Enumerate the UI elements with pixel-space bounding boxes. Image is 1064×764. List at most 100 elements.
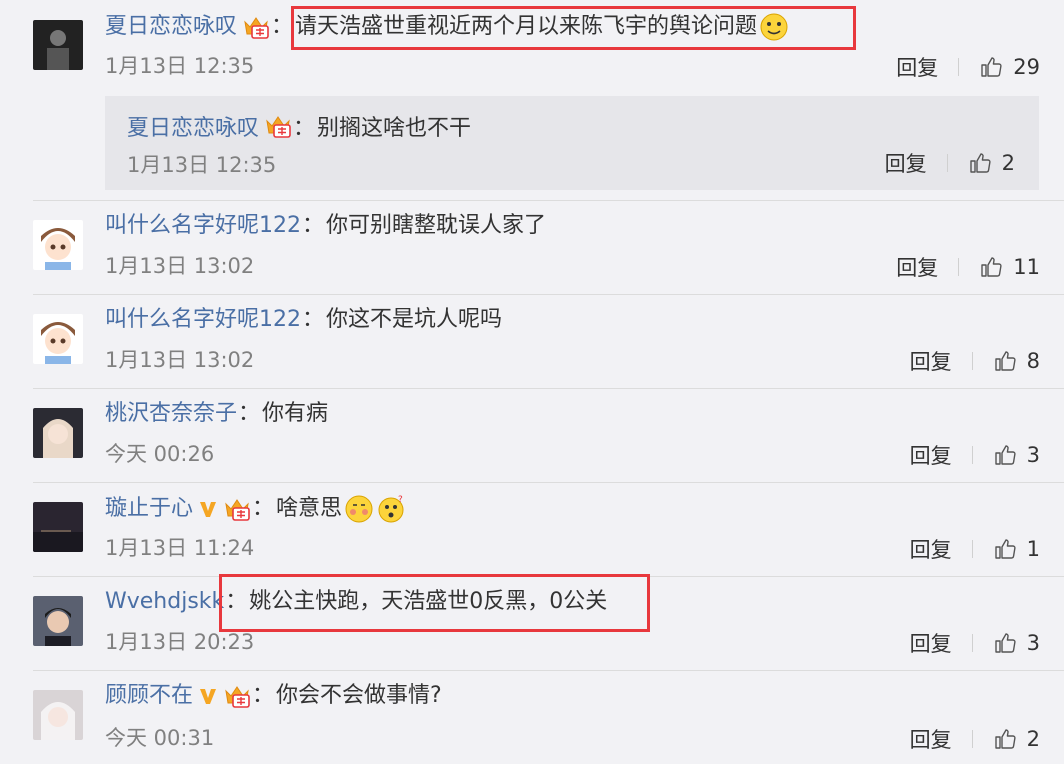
separator <box>946 154 948 172</box>
comment-line: 叫什么名字好呢122 ： 你可别瞎整耽误人家了 <box>105 212 547 240</box>
reply-button[interactable]: 回复 <box>896 252 938 282</box>
user-avatar[interactable] <box>33 314 83 364</box>
thumbs-up-icon <box>968 151 992 175</box>
reply-button[interactable]: 回复 <box>910 346 952 376</box>
like-count: 8 <box>1026 349 1040 373</box>
white-hair-girl-avatar-icon <box>33 690 83 740</box>
thumbs-up-icon <box>993 349 1017 373</box>
divider <box>33 576 1064 577</box>
separator <box>971 540 973 558</box>
separator <box>971 634 973 652</box>
reply-button[interactable]: 回复 <box>910 440 952 470</box>
like-count: 3 <box>1026 443 1040 467</box>
user-avatar[interactable] <box>33 502 83 552</box>
girl-portrait-avatar-icon <box>33 408 83 458</box>
user-avatar[interactable] <box>33 408 83 458</box>
like-button[interactable]: 2 <box>968 151 1015 175</box>
thumbs-up-icon <box>993 537 1017 561</box>
reply-button[interactable]: 回复 <box>910 724 952 754</box>
comment-text: 你有病 <box>262 401 329 426</box>
like-count: 2 <box>1001 151 1015 175</box>
divider <box>33 670 1064 671</box>
comment-actions: 回复 1 <box>910 534 1040 564</box>
username-link[interactable]: 璇止于心 <box>105 495 193 523</box>
reply-button[interactable]: 回复 <box>910 534 952 564</box>
username-link[interactable]: 叫什么名字好呢122 <box>105 306 301 334</box>
sub-reply: 夏日恋恋咏叹 ： 别搁这啥也不干 1月13日 12:35 回复 2 <box>105 96 1039 190</box>
user-avatar[interactable] <box>33 220 83 270</box>
reply-button[interactable]: 回复 <box>896 52 938 82</box>
username-link[interactable]: 夏日恋恋咏叹 <box>127 110 259 142</box>
like-button[interactable]: 8 <box>993 349 1040 373</box>
reply-button[interactable]: 回复 <box>910 628 952 658</box>
divider <box>33 388 1064 389</box>
divider <box>33 294 1064 295</box>
thumbs-up-icon <box>979 55 1003 79</box>
like-button[interactable]: 3 <box>993 631 1040 655</box>
comment-text: 你这不是坑人呢吗 <box>326 307 503 332</box>
vip-v-icon <box>198 499 218 519</box>
like-count: 2 <box>1026 727 1040 751</box>
username-link[interactable]: 夏日恋恋咏叹 <box>105 13 237 41</box>
comment-line: 夏日恋恋咏叹 ： 请天浩盛世重视近两个月以来陈飞宇的舆论问题 <box>105 12 789 42</box>
username-link[interactable]: Wvehdjskk <box>105 588 224 616</box>
divider <box>33 200 1064 201</box>
comment-line: 桃沢杏奈奈子 ： 你有病 <box>105 400 329 428</box>
comment-time: 今天 00:26 <box>105 442 215 466</box>
comment-time: 1月13日 13:02 <box>105 348 255 372</box>
comment-time: 1月13日 13:02 <box>105 254 255 278</box>
comment-actions: 回复 3 <box>910 440 1040 470</box>
crown-badge-icon <box>264 113 292 139</box>
comment-line: Wvehdjskk ： 姚公主快跑，天浩盛世0反黑，0公关 <box>105 588 608 616</box>
user-avatar[interactable] <box>33 690 83 740</box>
surprised-emoji-icon: ? <box>378 495 404 523</box>
comment-actions: 回复 2 <box>910 724 1040 754</box>
username-link[interactable]: 顾顾不在 <box>105 682 193 710</box>
like-button[interactable]: 1 <box>993 537 1040 561</box>
comment-time: 今天 00:31 <box>105 726 215 750</box>
user-avatar[interactable] <box>33 20 83 70</box>
comment-actions: 回复 8 <box>910 346 1040 376</box>
username-link[interactable]: 叫什么名字好呢122 <box>105 212 301 240</box>
vip-v-icon <box>198 686 218 706</box>
reply-actions: 回复 2 <box>885 148 1015 178</box>
comment-line: 叫什么名字好呢122 ： 你这不是坑人呢吗 <box>105 306 503 334</box>
cartoon-boy-avatar-icon <box>33 314 83 364</box>
comment-text: 请天浩盛世重视近两个月以来陈飞宇的舆论问题 <box>295 14 758 39</box>
user-avatar[interactable] <box>33 596 83 646</box>
comment-time: 1月13日 11:24 <box>105 536 255 560</box>
crown-badge-icon <box>223 496 251 522</box>
reply-time: 1月13日 12:35 <box>127 153 277 177</box>
dark-portrait-avatar-icon <box>33 20 83 70</box>
thumbs-up-icon <box>993 631 1017 655</box>
comment-text: 你会不会做事情? <box>276 683 442 708</box>
comment-time: 1月13日 20:23 <box>105 630 255 654</box>
like-button[interactable]: 11 <box>979 255 1040 279</box>
comment-actions: 回复 29 <box>896 52 1040 82</box>
smile-emoji-icon <box>760 13 788 41</box>
like-count: 3 <box>1026 631 1040 655</box>
comment-line: 璇止于心 ： 啥意思 ? <box>105 494 406 524</box>
separator <box>958 258 960 276</box>
comment-text: 啥意思 <box>276 496 343 521</box>
separator <box>958 58 960 76</box>
thumbs-up-icon <box>993 727 1017 751</box>
separator <box>971 446 973 464</box>
like-count: 1 <box>1026 537 1040 561</box>
like-button[interactable]: 3 <box>993 443 1040 467</box>
comment-actions: 回复 11 <box>896 252 1040 282</box>
username-link[interactable]: 桃沢杏奈奈子 <box>105 400 237 428</box>
crown-badge-icon <box>242 14 270 40</box>
dark-landscape-avatar-icon <box>33 502 83 552</box>
like-button[interactable]: 2 <box>993 727 1040 751</box>
comment-text: 姚公主快跑，天浩盛世0反黑，0公关 <box>249 589 608 614</box>
blush-emoji-icon <box>345 495 373 523</box>
crown-badge-icon <box>223 683 251 709</box>
comment-time: 1月13日 12:35 <box>105 54 255 78</box>
comment-text: 你可别瞎整耽误人家了 <box>326 213 547 238</box>
like-button[interactable]: 29 <box>979 55 1040 79</box>
separator <box>971 352 973 370</box>
man-portrait-avatar-icon <box>33 596 83 646</box>
separator <box>971 730 973 748</box>
reply-button[interactable]: 回复 <box>885 148 927 178</box>
